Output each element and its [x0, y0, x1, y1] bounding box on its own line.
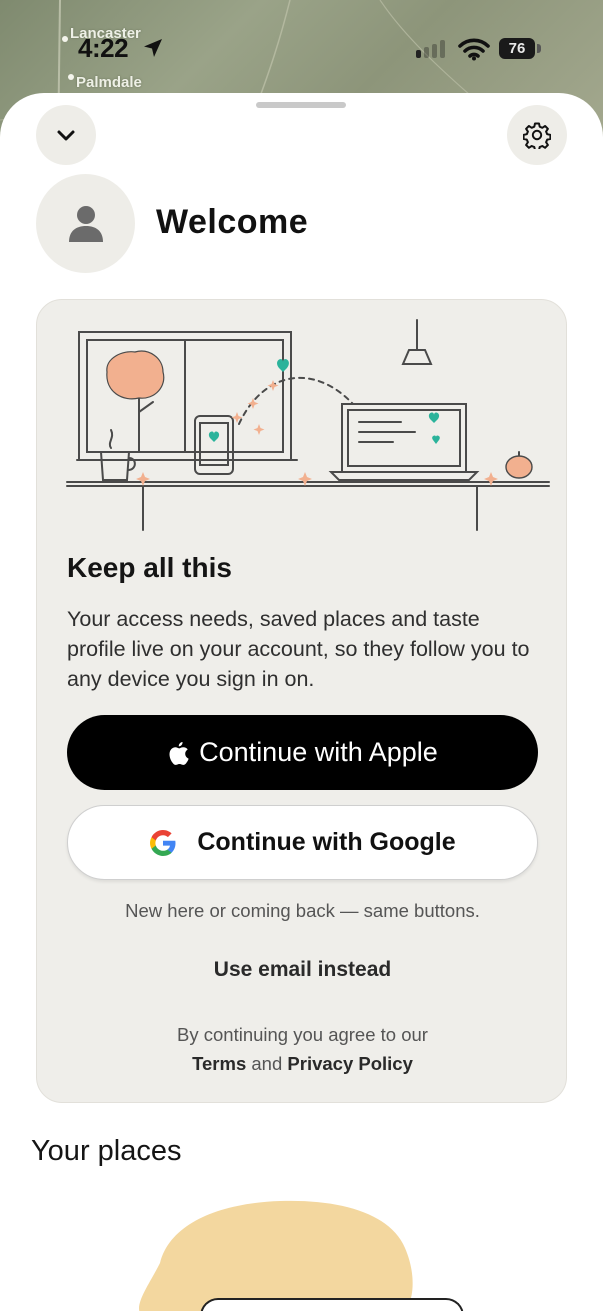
collapse-button[interactable]: [36, 105, 96, 165]
sign-in-hint: New here or coming back — same buttons.: [125, 900, 480, 921]
battery-tip: [537, 44, 541, 53]
legal-and: and: [251, 1053, 283, 1074]
apple-button-label: Continue with Apple: [199, 737, 438, 767]
workspace-illustration: [66, 319, 550, 531]
sheet-grabber[interactable]: [256, 102, 346, 108]
terms-link[interactable]: Terms: [192, 1053, 246, 1074]
apple-logo-icon: [169, 741, 189, 765]
settings-button[interactable]: [507, 105, 567, 165]
map-label-palmdale: Palmdale: [76, 74, 142, 91]
your-places-heading: Your places: [31, 1135, 182, 1167]
privacy-policy-link[interactable]: Privacy Policy: [287, 1053, 412, 1074]
account-sheet: Welcome Keep all this Your access needs,…: [0, 93, 603, 1311]
legal-prefix: By continuing you agree to our: [177, 1024, 428, 1045]
card-description: Your access needs, saved places and tast…: [67, 607, 530, 691]
continue-with-google-button[interactable]: Continue with Google: [67, 805, 538, 880]
legal-notice: By continuing you agree to our Terms and…: [37, 1020, 568, 1078]
wifi-icon: [458, 38, 490, 61]
continue-with-apple-button[interactable]: Continue with Apple: [67, 715, 538, 790]
google-logo-icon: [150, 829, 176, 856]
person-icon: [68, 205, 103, 242]
google-button-label: Continue with Google: [197, 828, 456, 856]
cellular-signal-icon: [416, 40, 445, 58]
avatar[interactable]: [36, 174, 135, 273]
map-pin-lancaster: [62, 36, 68, 42]
map-pin-palmdale: [68, 74, 74, 80]
card-title: Keep all this: [67, 552, 232, 583]
places-illustration: [139, 1200, 413, 1311]
location-arrow-icon: [144, 39, 162, 57]
sign-in-card: Keep all this Your access needs, saved p…: [36, 299, 567, 1103]
page-title: Welcome: [156, 203, 309, 241]
status-time: 4:22: [78, 33, 129, 63]
battery-icon: 76: [499, 38, 535, 59]
use-email-link[interactable]: Use email instead: [37, 958, 568, 982]
chevron-down-icon: [57, 130, 75, 141]
gear-icon: [523, 122, 551, 149]
place-card[interactable]: [200, 1298, 464, 1311]
